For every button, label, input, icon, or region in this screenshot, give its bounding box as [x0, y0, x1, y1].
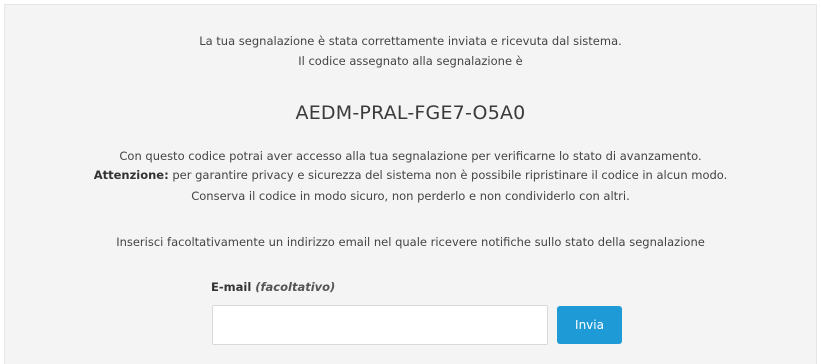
warning-body: per garantire privacy e sicurezza del si… — [168, 168, 728, 182]
keep-code-safe-text: Conserva il codice in modo sicuro, non p… — [191, 189, 630, 203]
email-label-text: E-mail — [211, 280, 252, 294]
email-label: E-mail (facoltativo) — [211, 279, 335, 295]
code-intro-text: Il codice assegnato alla segnalazione è — [298, 54, 523, 68]
email-prompt: Inserisci facoltativamente un indirizzo … — [116, 235, 705, 249]
confirmation-panel: La tua segnalazione è stata correttament… — [4, 4, 817, 364]
submit-button[interactable]: Invia — [557, 306, 622, 344]
email-label-optional: (facoltativo) — [255, 280, 336, 294]
report-code: AEDM-PRAL-FGE7-O5A0 — [295, 102, 526, 124]
confirmation-message: La tua segnalazione è stata correttament… — [199, 34, 622, 48]
warning-label: Attenzione: — [93, 168, 169, 182]
warning-text: Attenzione: per garantire privacy e sicu… — [5, 167, 816, 183]
email-field[interactable] — [212, 305, 548, 345]
code-usage-text: Con questo codice potrai aver accesso al… — [119, 149, 702, 163]
